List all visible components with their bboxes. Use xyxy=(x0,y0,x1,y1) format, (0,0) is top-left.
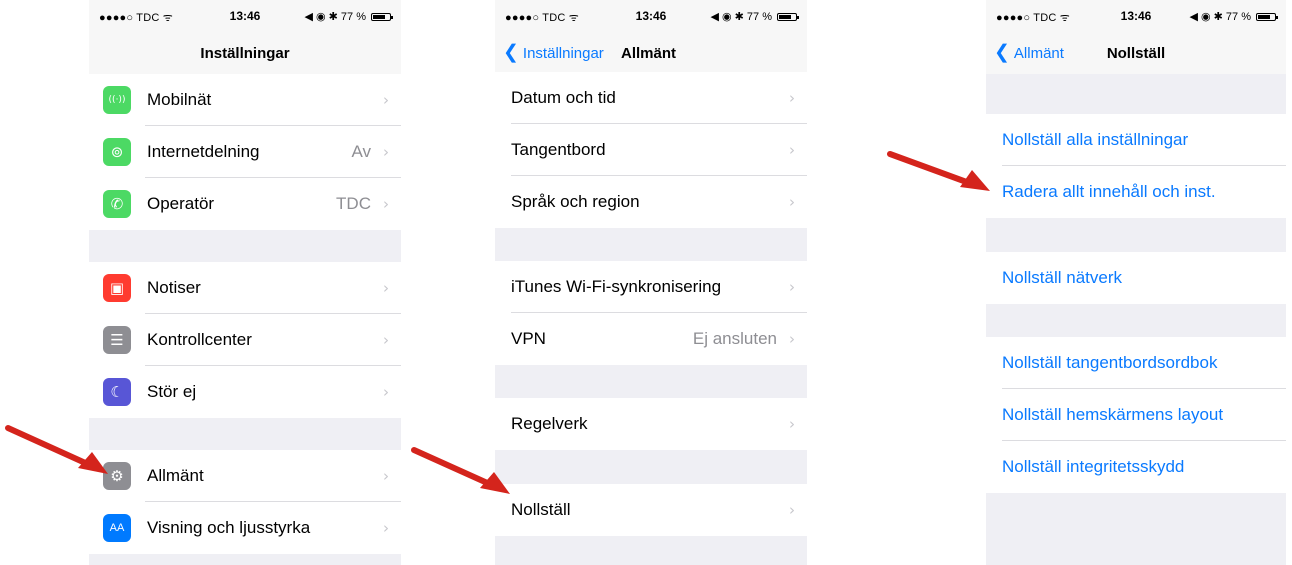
arrow-shaft xyxy=(887,151,975,187)
arrow-shaft xyxy=(411,447,497,489)
arrow-to-erase-all xyxy=(887,151,990,191)
arrow-head xyxy=(480,472,510,494)
annotation-arrows xyxy=(5,151,990,494)
arrow-to-reset xyxy=(411,447,510,494)
arrow-head xyxy=(78,452,108,474)
arrow-shaft xyxy=(5,425,95,469)
arrow-to-general xyxy=(5,425,108,474)
